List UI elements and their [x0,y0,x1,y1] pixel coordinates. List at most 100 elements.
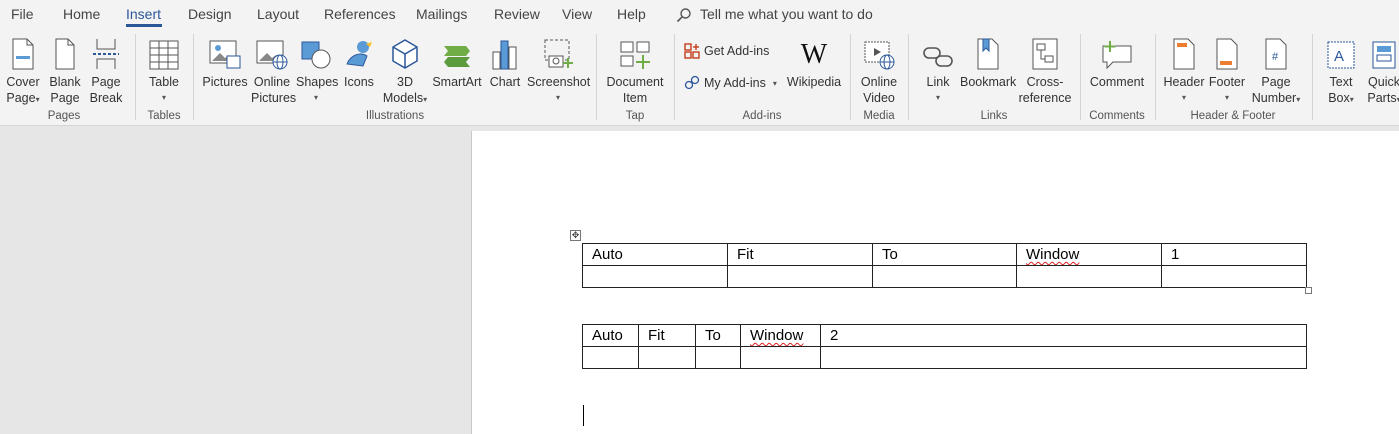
group-separator [596,34,597,120]
table-cell[interactable]: Fit [727,243,873,266]
table-row: Auto Fit To Window 1 [582,243,1307,266]
search-icon [676,8,691,23]
document-item-button[interactable]: Document Item [604,34,666,106]
table-cell[interactable] [582,346,639,369]
table-cell[interactable] [695,346,741,369]
tab-review[interactable]: Review [494,6,540,22]
group-label-add-ins: Add-ins [742,110,782,122]
cover-page-button[interactable]: Cover Page▾ [4,34,42,108]
table-cell[interactable]: Auto [582,324,639,347]
tab-layout[interactable]: Layout [257,6,299,22]
link-icon [923,47,953,67]
table-row [582,265,1307,288]
table-cell[interactable] [740,346,821,369]
footer-button[interactable]: Footer ▾ [1207,34,1247,106]
table-cell[interactable]: To [695,324,741,347]
page-break-button[interactable]: Page Break [88,34,124,106]
table-cell[interactable] [638,346,696,369]
get-add-ins-button[interactable]: Get Add-ins [684,43,769,59]
table-cell[interactable]: Window [1016,243,1162,266]
tell-me-text: Tell me what you want to do [700,6,873,22]
chart-button[interactable]: Chart [487,34,523,90]
shapes-button[interactable]: Shapes ▾ [296,34,338,106]
group-separator [674,34,675,120]
footer-icon [1216,38,1238,70]
table-move-handle[interactable]: ✥ [570,230,581,241]
misspelled-word: Window [750,327,804,344]
tab-design[interactable]: Design [188,6,232,22]
group-separator [850,34,851,120]
blank-page-icon [55,38,75,70]
table-cell[interactable] [727,265,873,288]
bookmark-icon [977,38,999,70]
comment-button[interactable]: Comment [1088,34,1146,90]
menu-bar: File Home Insert Design Layout Reference… [0,0,1399,30]
table-button[interactable]: Table ▾ [144,34,184,106]
link-button[interactable]: Link ▾ [920,34,956,106]
table-cell[interactable]: Fit [638,324,696,347]
icons-button[interactable]: Icons [341,34,377,90]
icons-icon [346,41,372,67]
table-cell[interactable] [820,346,1307,369]
table-icon [149,40,179,70]
ribbon: Cover Page▾ Blank Page Page Break Pages … [0,30,1399,126]
text-box-icon: A [1327,41,1355,69]
table-cell[interactable]: 1 [1161,243,1307,266]
misspelled-word: Window [1026,246,1080,263]
group-separator [135,34,136,120]
wikipedia-button[interactable]: W Wikipedia [786,34,842,90]
document-item-icon [620,41,650,69]
table-cell[interactable] [582,265,728,288]
tab-view[interactable]: View [562,6,592,22]
group-label-links: Links [980,110,1008,122]
table-resize-handle[interactable] [1305,287,1312,294]
tab-help[interactable]: Help [617,6,646,22]
quick-parts-icon [1372,41,1396,69]
smartart-button[interactable]: SmartArt [432,34,482,90]
tab-insert[interactable]: Insert [126,6,161,22]
auto-fit-table-2[interactable]: Auto Fit To Window 2 [582,324,1307,369]
blank-page-button[interactable]: Blank Page [47,34,83,106]
table-cell[interactable] [1016,265,1162,288]
online-video-icon [864,41,895,70]
pictures-button[interactable]: Pictures [202,34,248,90]
text-box-button[interactable]: A Text Box▾ [1320,34,1362,108]
svg-text:#: # [1272,51,1279,63]
group-separator [1155,34,1156,120]
header-button[interactable]: Header ▾ [1163,34,1205,106]
comment-icon [1102,41,1132,70]
page-number-button[interactable]: # Page Number▾ [1250,34,1302,108]
table-cell[interactable] [872,265,1017,288]
pictures-icon [209,40,241,69]
table-cell[interactable]: Window [740,324,821,347]
tab-references[interactable]: References [324,6,396,22]
tab-file[interactable]: File [11,6,34,22]
auto-fit-table-1[interactable]: Auto Fit To Window 1 [582,243,1307,288]
table-cell[interactable]: Auto [582,243,728,266]
3d-models-button[interactable]: 3D Models▾ [382,34,428,108]
online-video-button[interactable]: Online Video [858,34,900,106]
screenshot-button[interactable]: Screenshot ▾ [527,34,590,106]
table-row: Auto Fit To Window 2 [582,324,1307,347]
my-add-ins-button[interactable]: My Add-ins ▾ [684,75,777,91]
online-pictures-button[interactable]: Online Pictures [251,34,296,106]
smartart-icon [444,46,470,67]
cross-reference-icon [1032,38,1058,70]
tab-home[interactable]: Home [63,6,100,22]
group-separator [908,34,909,120]
my-add-ins-icon [684,75,700,90]
store-icon [684,43,700,59]
table-cell[interactable] [1161,265,1307,288]
group-label-header-footer: Header & Footer [1190,110,1276,122]
page-break-icon [93,39,119,69]
group-separator [193,34,194,120]
quick-parts-button[interactable]: Quick Parts▾ [1366,34,1399,108]
group-label-comments: Comments [1089,110,1145,122]
table-cell[interactable]: To [872,243,1017,266]
tab-mailings[interactable]: Mailings [416,6,467,22]
cube-3d-icon [392,39,418,69]
cross-reference-button[interactable]: Cross- reference [1018,34,1072,106]
bookmark-button[interactable]: Bookmark [960,34,1016,90]
table-cell[interactable]: 2 [820,324,1307,347]
shapes-icon [301,41,331,69]
